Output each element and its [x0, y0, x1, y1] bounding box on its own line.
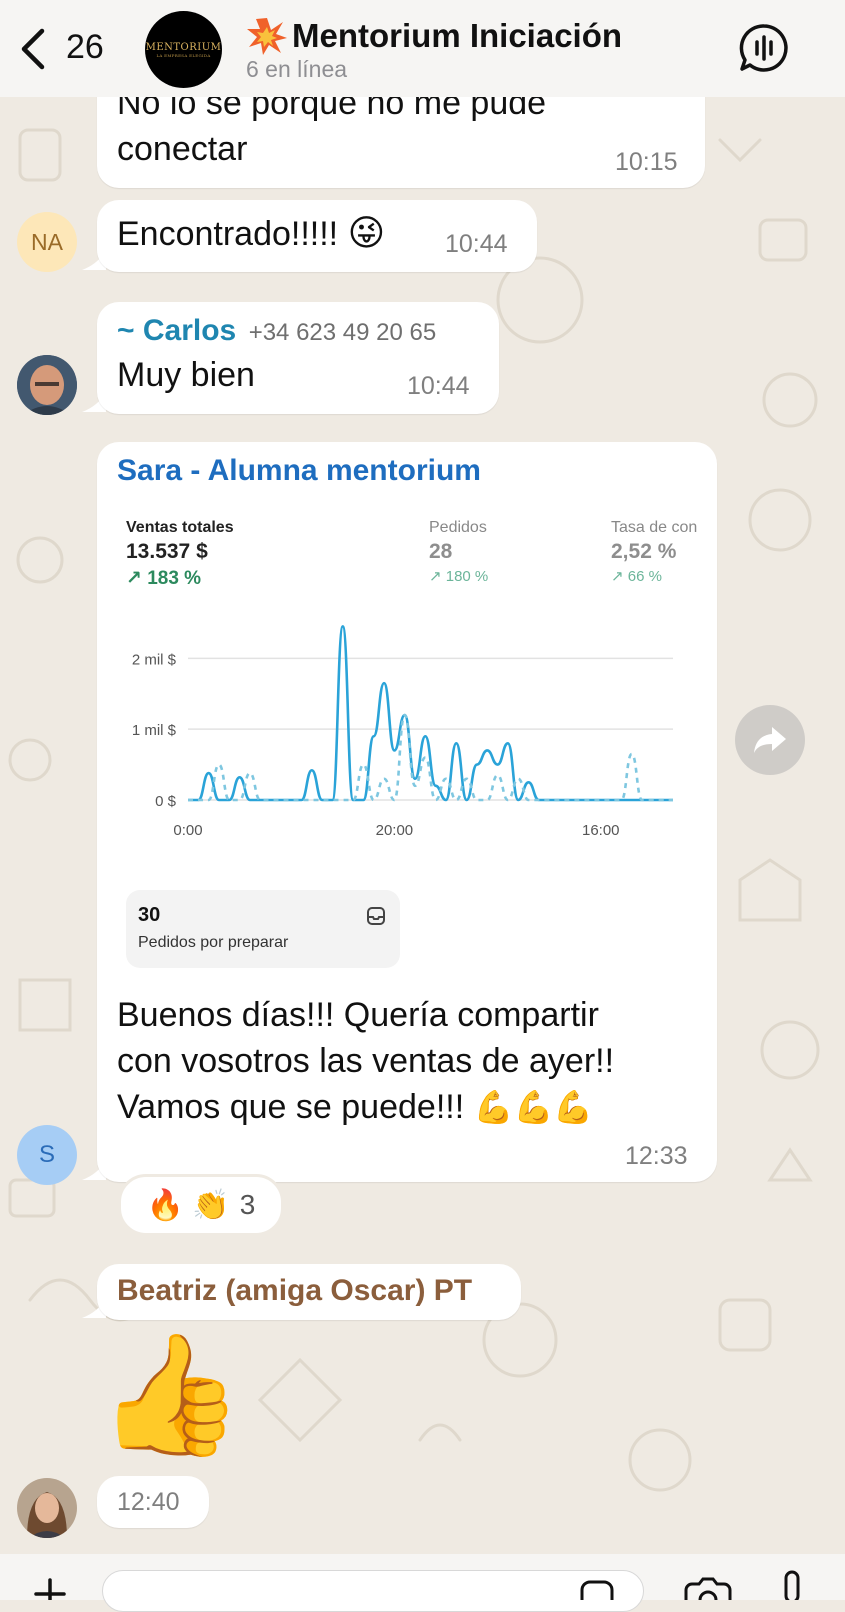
forward-arrow-icon: [754, 727, 786, 753]
message-text: Encontrado!!!!! 😜: [117, 212, 386, 253]
message-bubble[interactable]: Encontrado!!!!! 😜 10:44: [97, 200, 537, 272]
reaction-count: 3: [239, 1189, 256, 1220]
unread-count[interactable]: 26: [66, 28, 104, 67]
avatar-logo: MENTORIUM: [145, 41, 222, 53]
online-status: 6 en línea: [246, 56, 348, 82]
y-tick-label: 1 mil $: [132, 722, 177, 739]
x-tick-label: 16:00: [582, 822, 620, 839]
avatar-photo: [17, 1478, 77, 1538]
y-tick-label: 2 mil $: [132, 651, 177, 668]
compose-bar: [0, 1554, 845, 1612]
avatar[interactable]: S: [17, 1125, 77, 1185]
chat-title-row[interactable]: Mentorium Iniciación: [246, 16, 622, 56]
stat-label: Tasa de con: [611, 519, 698, 536]
sender-name[interactable]: ~ Carlos: [117, 314, 236, 347]
sticker-icon[interactable]: [578, 1580, 616, 1600]
y-tick-label: 0 $: [155, 793, 177, 810]
avatar-initials: NA: [31, 228, 63, 255]
sales-line-chart: 0 $ 1 mil $ 2 mil $ 0:00 20:00 16:00: [132, 625, 673, 839]
sender-name[interactable]: Beatriz (amiga Oscar) PT: [117, 1274, 472, 1308]
pending-count: 30: [138, 904, 161, 926]
inbox-icon: [367, 907, 385, 925]
reactions-pill[interactable]: 🔥 👏 3: [118, 1174, 284, 1236]
x-tick-label: 0:00: [173, 822, 202, 839]
stat-value: 2,52 %: [611, 540, 677, 563]
sender-name-bubble[interactable]: Beatriz (amiga Oscar) PT: [97, 1264, 521, 1320]
chevron-left-icon[interactable]: [16, 26, 50, 72]
chat-header: 26 MENTORIUM LA EMPRESA ELEGIDA Mentoriu…: [0, 0, 845, 97]
shared-image[interactable]: Ventas totales 13.537 $ ↗ 183 % Pedidos …: [113, 505, 713, 970]
reaction-emojis: 🔥 👏: [146, 1188, 230, 1222]
message-text: Buenos días!!! Quería compartir con voso…: [117, 996, 615, 1126]
stat-value: 28: [429, 540, 453, 563]
stat-delta: ↗ 180 %: [429, 568, 489, 585]
plus-icon[interactable]: [30, 1574, 70, 1600]
time-bubble: 12:40: [97, 1476, 209, 1528]
message-time: 10:44: [407, 372, 470, 400]
message-input[interactable]: [102, 1570, 644, 1612]
sender-phone: +34 623 49 20 65: [248, 319, 437, 346]
stat-label: Pedidos: [429, 519, 487, 536]
message-time: 12:33: [625, 1142, 688, 1170]
avatar[interactable]: [17, 1478, 77, 1538]
message-bubble[interactable]: ~ Carlos +34 623 49 20 65 Muy bien 10:44: [97, 302, 499, 414]
camera-icon[interactable]: [682, 1576, 732, 1600]
x-tick-label: 20:00: [376, 822, 414, 839]
voice-chat-icon[interactable]: [738, 22, 790, 74]
winking-tongue-emoji: 😜: [347, 212, 386, 253]
forward-button[interactable]: [735, 705, 805, 775]
chat-title: Mentorium Iniciación: [292, 17, 623, 54]
stat-value: 13.537 $: [126, 540, 208, 563]
microphone-icon[interactable]: [776, 1570, 808, 1600]
sender-name[interactable]: Sara - Alumna mentorium: [117, 454, 481, 488]
pending-label: Pedidos por preparar: [138, 934, 289, 951]
pending-orders-card[interactable]: 30 Pedidos por preparar: [126, 890, 400, 968]
stat-delta: ↗ 183 %: [126, 568, 202, 585]
message-time: 10:15: [615, 148, 678, 176]
avatar-initials: S: [38, 1141, 55, 1168]
message-text: Muy bien: [117, 356, 255, 394]
thumbs-up-emoji[interactable]: 👍: [97, 1330, 244, 1460]
flexed-biceps-emoji: 💪💪💪: [473, 1089, 594, 1125]
message-time: 12:40: [117, 1488, 180, 1516]
avatar[interactable]: NA: [17, 212, 77, 272]
group-avatar[interactable]: MENTORIUM LA EMPRESA ELEGIDA: [145, 11, 222, 88]
collision-icon: [247, 18, 287, 55]
message-time: 10:44: [445, 230, 508, 258]
avatar-photo: [17, 355, 77, 415]
stat-label: Ventas totales: [126, 519, 234, 536]
avatar-logo-tagline: LA EMPRESA ELEGIDA: [156, 52, 211, 58]
stat-delta: ↗ 66 %: [611, 568, 662, 585]
avatar[interactable]: [17, 355, 77, 415]
